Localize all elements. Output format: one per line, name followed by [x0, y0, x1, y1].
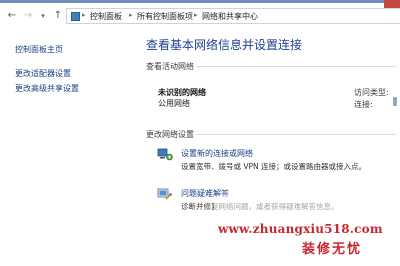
- watermark-url: www.zhuangxiu518.com: [218, 222, 383, 236]
- control-panel-icon: [71, 12, 80, 21]
- address-box[interactable]: ▸ 控制面板 ▸ 所有控制面板项 ▸ 网络和共享中心: [66, 8, 400, 24]
- watermark-name: 装修无忧: [302, 242, 363, 257]
- connections-label: 连接:: [354, 100, 373, 109]
- breadcrumb-separator-icon[interactable]: ▸: [129, 11, 133, 19]
- left-nav-pane: 控制面板主页 更改适配器设置 更改高级共享设置: [0, 30, 126, 266]
- breadcrumb-separator-icon[interactable]: ▸: [194, 11, 198, 19]
- page-title: 查看基本网络信息并设置连接: [146, 38, 303, 52]
- window-frame-top: [0, 0, 400, 3]
- arrow-up-icon[interactable]: ↑: [52, 10, 64, 22]
- active-networks-heading: 查看活动网络: [146, 62, 194, 71]
- setup-connection-desc: 设置宽带、拨号或 VPN 连接；或设置路由器或接入点。: [181, 162, 367, 171]
- ethernet-icon[interactable]: [393, 97, 397, 106]
- network-setup-icon: [157, 148, 173, 161]
- breadcrumb-separator-icon[interactable]: ▸: [82, 11, 86, 19]
- address-bar-row: ← → ▾ ↑ ▸ 控制面板 ▸ 所有控制面板项 ▸ 网络和共享中心: [0, 8, 400, 28]
- network-name: 未识别的网络: [158, 88, 206, 97]
- arrow-right-icon[interactable]: →: [22, 10, 34, 22]
- troubleshoot-icon: [157, 188, 172, 200]
- setup-connection-link[interactable]: 设置新的连接或网络: [181, 148, 253, 159]
- section-divider: [196, 134, 396, 135]
- section-divider: [196, 66, 396, 67]
- change-settings-heading: 更改网络设置: [146, 130, 194, 139]
- chevron-down-icon[interactable]: ▾: [37, 10, 49, 22]
- sidebar-item-advanced-sharing[interactable]: 更改高级共享设置: [15, 83, 79, 94]
- network-type: 公用网络: [158, 99, 190, 108]
- breadcrumb-control-panel[interactable]: 控制面板: [90, 11, 122, 22]
- breadcrumb-all-items[interactable]: 所有控制面板项: [137, 11, 193, 22]
- access-type-label: 访问类型:: [354, 88, 389, 97]
- arrow-left-icon[interactable]: ←: [6, 10, 18, 22]
- breadcrumb-network-center[interactable]: 网络和共享中心: [202, 11, 258, 22]
- sidebar-item-change-adapter[interactable]: 更改适配器设置: [15, 68, 71, 79]
- sidebar-item-control-panel-home[interactable]: 控制面板主页: [15, 44, 63, 55]
